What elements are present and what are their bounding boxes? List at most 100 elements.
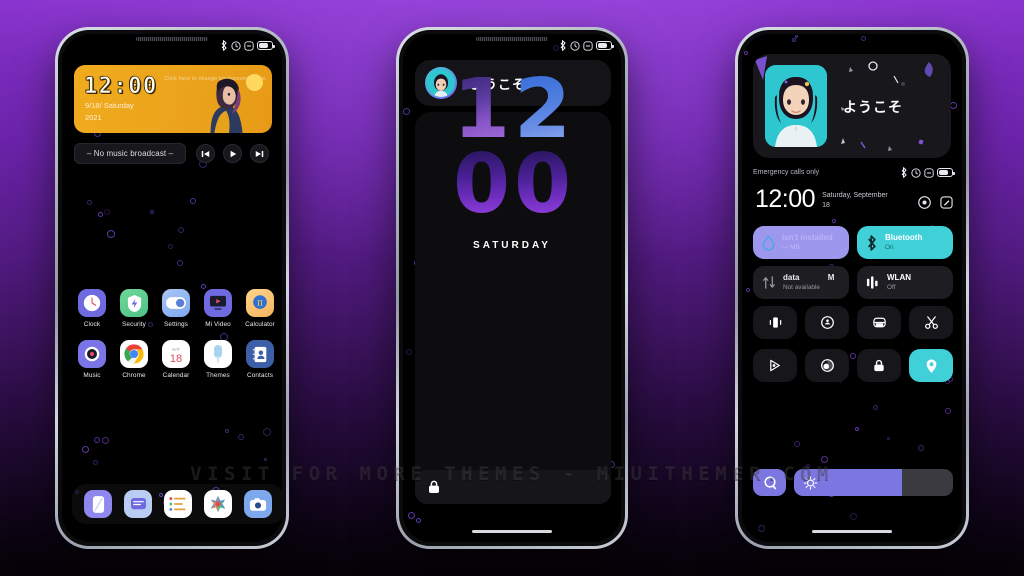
video-icon: [204, 289, 232, 317]
wallpaper-dot: [263, 428, 271, 436]
cleaner-icon: [762, 234, 775, 250]
qs-tile-cleaner[interactable]: isn't installed — MB: [753, 226, 849, 259]
wallpaper-dot: [744, 51, 748, 55]
dock-notes-icon[interactable]: [164, 490, 192, 518]
app-themes[interactable]: Themes: [197, 340, 239, 379]
clock-icon: [78, 289, 106, 317]
wallpaper-dot: [794, 441, 800, 447]
widget-date: 9/18/ Saturday 2021: [85, 100, 134, 124]
app-mi-video[interactable]: Mi Video: [197, 289, 239, 328]
clock-hours-row: 1 2: [452, 62, 571, 157]
play-button[interactable]: [223, 144, 242, 163]
next-icon: [255, 150, 264, 157]
qs-tile-wlan[interactable]: WLAN Off: [857, 266, 953, 299]
battery-icon: [257, 41, 275, 50]
toggle-icon: [162, 289, 190, 317]
qs-tile-bluetooth[interactable]: Bluetooth On: [857, 226, 953, 259]
next-track-button[interactable]: [250, 144, 269, 163]
shade-greeting-card: ようこそ: [753, 54, 951, 158]
app-settings[interactable]: Settings: [155, 289, 197, 328]
chrome-icon: [120, 340, 148, 368]
bluetooth-icon: [221, 40, 227, 51]
clock-minute-digit-1: 0: [452, 136, 510, 232]
home-indicator[interactable]: [812, 530, 892, 533]
brightness-slider[interactable]: [794, 469, 953, 496]
phone1-status-bar: [220, 40, 275, 51]
qs-tile-labels: isn't installed — MB: [782, 233, 833, 252]
vibrate-icon: [769, 317, 781, 328]
dock-messages-icon[interactable]: [124, 490, 152, 518]
qs-tile-title: isn't installed: [782, 233, 833, 242]
earpiece-grille: [476, 37, 548, 41]
wlan-icon: [866, 276, 878, 289]
dock-camera-icon[interactable]: [244, 490, 272, 518]
home-indicator[interactable]: [472, 530, 552, 533]
dnd-icon: [244, 40, 254, 51]
screenshot-icon: [924, 316, 938, 329]
app-music[interactable]: Music: [71, 340, 113, 379]
clock-minute-digit-2: 0: [514, 136, 572, 232]
wallpaper-dot: [821, 456, 828, 463]
toggle-flashlight[interactable]: [805, 306, 849, 339]
qs-tile-data[interactable]: data M Not available: [753, 266, 849, 299]
app-calendar[interactable]: SAT 18 Calendar: [155, 340, 197, 379]
wallpaper-dot: [795, 35, 798, 38]
calendar-day: 18: [169, 353, 183, 365]
toggle-location[interactable]: [909, 349, 953, 382]
girl-illustration: [210, 78, 243, 133]
phone3-status-icons: [900, 167, 955, 178]
bluetooth-icon: [901, 167, 907, 178]
wallpaper-dot: [945, 408, 951, 414]
svg-text:π: π: [257, 299, 263, 309]
assistant-button[interactable]: [753, 469, 786, 496]
phone1-bezel: 12:00 9/18/ Saturday 2021 Click here to …: [58, 30, 286, 546]
app-label: Clock: [83, 321, 101, 328]
wallpaper-dot: [168, 244, 173, 249]
phone2-screen: ようこそ 1 2 0 0 SATURDAY: [403, 34, 621, 542]
toggle-screenshot[interactable]: [909, 306, 953, 339]
app-label: Music: [83, 372, 101, 379]
lockscreen-unlock-hint[interactable]: [415, 470, 611, 504]
lock-icon: [874, 359, 884, 372]
assistant-icon: [763, 476, 776, 489]
wallpaper-dot: [832, 219, 836, 223]
wallpaper-dot: [873, 405, 878, 410]
wallpaper-dot: [178, 227, 184, 233]
app-calculator[interactable]: π Calculator: [239, 289, 281, 328]
toggle-cast[interactable]: [753, 349, 797, 382]
previous-track-button[interactable]: [196, 144, 215, 163]
app-label: Mi Video: [205, 321, 231, 328]
profile-picture: [765, 65, 827, 147]
wallpaper-dot: [746, 288, 750, 292]
bluetooth-icon: [868, 234, 876, 251]
battery-icon: [937, 168, 955, 177]
app-contacts[interactable]: Contacts: [239, 340, 281, 379]
wallpaper-dot: [406, 349, 412, 355]
quick-settings-tiles: isn't installed — MB Bluetooth On data M…: [753, 226, 953, 299]
wallpaper-dot: [177, 260, 183, 266]
toggle-dark-mode[interactable]: [857, 306, 901, 339]
wallpaper-dot: [918, 445, 924, 451]
app-label: Calendar: [162, 372, 190, 379]
shade-time-row: 12:00 Saturday, September 18: [755, 187, 953, 212]
wallpaper-dot: [887, 437, 890, 440]
shade-greeting-text: ようこそ: [843, 99, 903, 115]
settings-icon[interactable]: [918, 196, 931, 209]
clock-weather-widget[interactable]: 12:00 9/18/ Saturday 2021 Click here to …: [74, 65, 272, 133]
dock-phone-icon[interactable]: [84, 490, 112, 518]
app-clock[interactable]: Clock: [71, 289, 113, 328]
calendar-icon: SAT 18: [162, 340, 190, 368]
edit-icon[interactable]: [940, 196, 953, 209]
wallpaper-dot: [107, 230, 115, 238]
dock-gallery-icon[interactable]: [204, 490, 232, 518]
clock-hour-digit-1: 1: [452, 62, 510, 157]
app-security[interactable]: Security: [113, 289, 155, 328]
wallpaper-dot: [950, 102, 957, 109]
qs-tile-title-suffix: M: [827, 273, 835, 282]
toggle-vibrate[interactable]: [753, 306, 797, 339]
phone2-bezel: ようこそ 1 2 0 0 SATURDAY: [399, 30, 625, 546]
toggle-brightness[interactable]: [805, 349, 849, 382]
app-chrome[interactable]: Chrome: [113, 340, 155, 379]
alarm-icon: [231, 40, 241, 51]
toggle-lock[interactable]: [857, 349, 901, 382]
